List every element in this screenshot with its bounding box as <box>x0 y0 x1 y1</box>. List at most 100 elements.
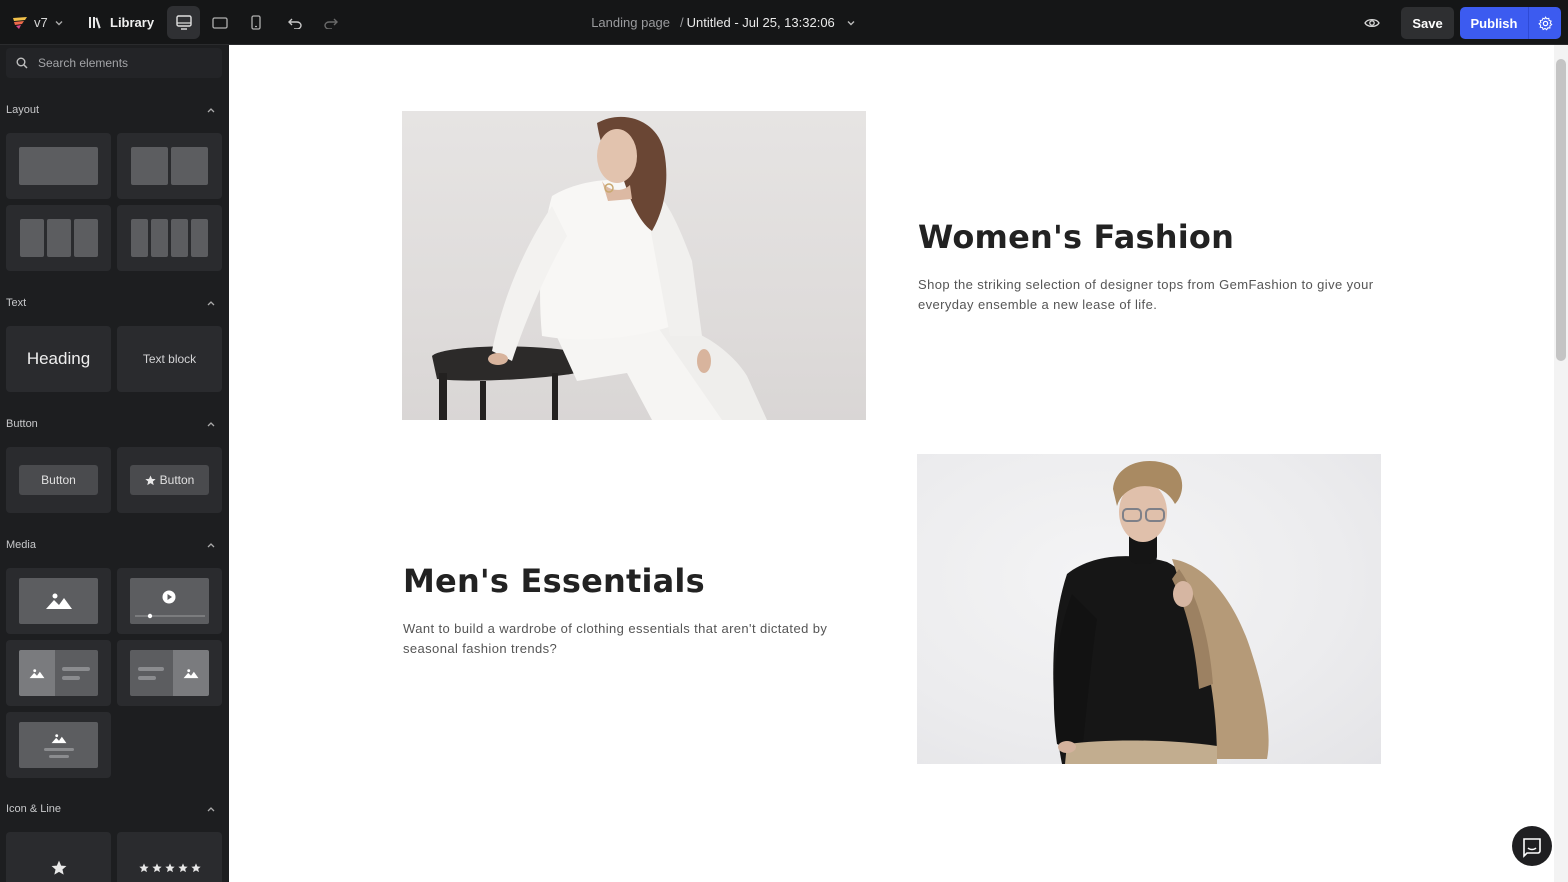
button-element-tile[interactable]: Button <box>6 447 111 513</box>
redo-icon <box>323 18 338 29</box>
text-half <box>130 650 173 696</box>
men-model-illustration <box>1053 460 1269 764</box>
desktop-icon <box>175 15 192 30</box>
image-element-tile[interactable] <box>6 568 111 634</box>
preview-button[interactable] <box>1355 6 1388 39</box>
layout-column-block <box>19 147 98 185</box>
star-icon <box>145 474 156 485</box>
section-title-icon-line: Icon & Line <box>6 803 62 815</box>
version-label: v7 <box>34 15 48 30</box>
redo-button[interactable] <box>314 6 347 39</box>
icon-element-tile[interactable] <box>6 832 111 882</box>
search-elements-field[interactable]: Search elements <box>6 48 222 78</box>
women-fashion-description-line-1[interactable]: Shop the striking selection of designer … <box>918 275 1388 295</box>
desktop-view-button[interactable] <box>167 6 200 39</box>
canvas-scrollbar-thumb[interactable] <box>1556 59 1566 361</box>
text-line <box>138 675 156 680</box>
heading-element-tile[interactable]: Heading <box>6 326 111 392</box>
section-header-layout[interactable]: Layout <box>6 100 216 120</box>
layout-column-block <box>191 219 208 257</box>
library-icon <box>89 17 101 29</box>
layout-column-block <box>131 147 168 185</box>
star-icon <box>190 863 201 873</box>
section-title-layout: Layout <box>6 104 40 116</box>
star-rating-element-tile[interactable] <box>117 832 222 882</box>
text-block-element-tile[interactable]: Text block <box>117 326 222 392</box>
text-line <box>62 675 80 680</box>
chat-support-button[interactable] <box>1512 826 1552 866</box>
image-icon <box>45 593 72 609</box>
women-fashion-image[interactable] <box>402 111 866 420</box>
tablet-view-button[interactable] <box>203 6 236 39</box>
publish-button[interactable]: Publish <box>1460 7 1561 39</box>
text-image-preview <box>130 650 209 696</box>
undo-icon <box>287 18 302 29</box>
mens-essentials-image[interactable] <box>917 454 1381 764</box>
star-icon <box>177 863 188 873</box>
page-title[interactable]: Untitled - Jul 25, 13:32:06 <box>687 15 835 30</box>
text-block-tile-label: Text block <box>142 352 197 366</box>
star-icon <box>151 863 162 873</box>
gempages-logo-icon <box>13 16 27 29</box>
image-half <box>173 650 209 696</box>
video-element-tile[interactable] <box>117 568 222 634</box>
section-header-text[interactable]: Text <box>6 293 216 313</box>
text-line <box>43 747 74 751</box>
version-menu[interactable]: v7 <box>12 0 64 45</box>
icon-button-tile-label: Button <box>159 473 195 487</box>
star-icon <box>164 863 175 873</box>
text-half <box>55 650 98 696</box>
mens-essentials-heading[interactable]: Men's Essentials <box>403 562 705 600</box>
section-title-button: Button <box>6 418 38 430</box>
layout-two-column-tile[interactable] <box>117 133 222 199</box>
layout-four-column-tile[interactable] <box>117 205 222 271</box>
video-preview <box>130 578 209 624</box>
library-button[interactable]: Library <box>88 0 154 45</box>
layout-one-column-tile[interactable] <box>6 133 111 199</box>
layout-three-column-tile[interactable] <box>6 205 111 271</box>
page-canvas[interactable]: Women's Fashion Shop the striking select… <box>229 45 1568 882</box>
women-fashion-description-line-2[interactable]: everyday ensemble a new lease of life. <box>918 295 1388 315</box>
page-title-menu[interactable]: Landing page / Untitled - Jul 25, 13:32:… <box>591 15 857 30</box>
search-icon <box>16 57 28 69</box>
publish-label: Publish <box>1470 15 1518 31</box>
women-model-illustration <box>432 116 767 420</box>
play-icon <box>162 590 176 604</box>
gear-icon <box>1537 15 1552 30</box>
elements-sidebar: Search elements Layout Text Heading Text… <box>0 45 229 882</box>
text-image-element-tile[interactable] <box>117 640 222 706</box>
section-header-icon-line[interactable]: Icon & Line <box>6 799 216 819</box>
section-header-media[interactable]: Media <box>6 535 216 555</box>
breadcrumb-page[interactable]: Landing page <box>591 15 670 30</box>
chevron-down-icon <box>847 20 855 25</box>
video-progress-icon <box>135 613 205 619</box>
button-tile-label: Button <box>41 473 76 487</box>
layout-column-block <box>19 219 44 257</box>
section-header-button[interactable]: Button <box>6 414 216 434</box>
image-stack-preview <box>19 722 98 768</box>
breadcrumb-separator: / <box>680 15 684 30</box>
image-stack-element-tile[interactable] <box>6 712 111 778</box>
undo-button[interactable] <box>278 6 311 39</box>
icon-button-element-tile[interactable]: Button <box>117 447 222 513</box>
button-preview: Button <box>19 465 98 495</box>
publish-settings-button[interactable] <box>1528 7 1561 39</box>
mobile-view-button[interactable] <box>239 6 272 39</box>
save-button[interactable]: Save <box>1401 7 1454 39</box>
chevron-up-icon <box>207 807 215 812</box>
chevron-up-icon <box>207 543 215 548</box>
layout-column-block <box>46 219 71 257</box>
chevron-down-icon <box>55 20 63 25</box>
mens-essentials-description-line-1[interactable]: Want to build a wardrobe of clothing ess… <box>403 619 863 639</box>
text-line <box>62 666 90 671</box>
section-title-media: Media <box>6 539 36 551</box>
image-text-preview <box>19 650 98 696</box>
layout-column-block <box>131 219 148 257</box>
chevron-up-icon <box>207 422 215 427</box>
text-line <box>48 754 69 758</box>
women-fashion-heading[interactable]: Women's Fashion <box>918 218 1234 256</box>
image-text-element-tile[interactable] <box>6 640 111 706</box>
layout-column-block <box>73 219 98 257</box>
image-icon <box>29 668 45 678</box>
mens-essentials-description-line-2[interactable]: seasonal fashion trends? <box>403 639 863 659</box>
